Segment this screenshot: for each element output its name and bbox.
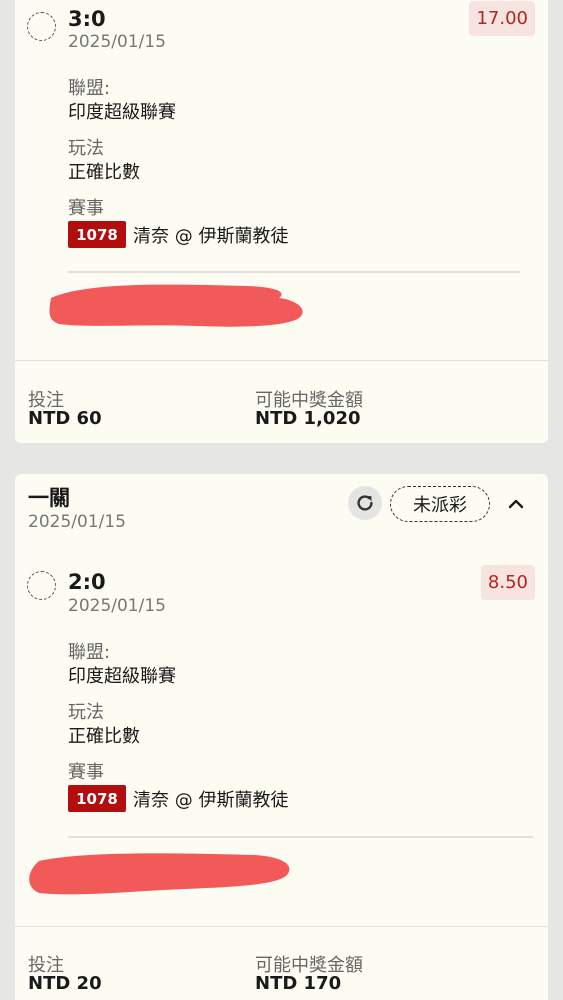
chevron-up-icon bbox=[508, 499, 524, 509]
stake-value: NTD 20 bbox=[28, 973, 102, 994]
stake-value: NTD 60 bbox=[28, 408, 102, 429]
payout-value: NTD 1,020 bbox=[255, 408, 361, 429]
divider bbox=[68, 836, 533, 838]
match-name: 清奈 @ 伊斯蘭教徒 bbox=[133, 225, 289, 247]
bet-ticket-card: 3:0 2025/01/15 17.00 聯盟: 印度超級聯賽 玩法 正確比數 … bbox=[15, 0, 548, 443]
bet-type-label: 玩法 bbox=[68, 702, 104, 723]
selection-score: 3:0 bbox=[68, 7, 106, 31]
match-name: 清奈 @ 伊斯蘭教徒 bbox=[133, 789, 289, 811]
redaction-mark bbox=[29, 853, 290, 895]
footer-divider bbox=[15, 926, 548, 927]
bet-type-value: 正確比數 bbox=[68, 726, 140, 747]
selection-radio[interactable] bbox=[27, 571, 56, 600]
league-value: 印度超級聯賽 bbox=[68, 102, 176, 123]
match-row: 1078 清奈 @ 伊斯蘭教徒 bbox=[68, 221, 288, 248]
match-code-badge: 1078 bbox=[68, 785, 126, 812]
match-code-badge: 1078 bbox=[68, 221, 126, 248]
refresh-icon bbox=[357, 495, 373, 511]
payout-value: NTD 170 bbox=[255, 973, 342, 994]
league-value: 印度超級聯賽 bbox=[68, 666, 176, 687]
redaction-mark bbox=[49, 284, 303, 327]
footer-divider bbox=[15, 360, 548, 361]
ticket-header: 一關 2025/01/15 bbox=[28, 486, 126, 532]
bet-type-label: 玩法 bbox=[68, 138, 104, 159]
odds-badge: 17.00 bbox=[469, 1, 535, 36]
bet-type-value: 正確比數 bbox=[68, 162, 140, 183]
selection-score: 2:0 bbox=[68, 570, 106, 594]
refresh-button[interactable] bbox=[348, 486, 382, 520]
odds-badge: 8.50 bbox=[480, 565, 535, 600]
divider bbox=[68, 271, 520, 273]
match-label: 賽事 bbox=[68, 762, 104, 783]
selection-date: 2025/01/15 bbox=[68, 596, 166, 616]
match-label: 賽事 bbox=[68, 198, 104, 219]
status-badge: 未派彩 bbox=[390, 486, 490, 522]
ticket-date: 2025/01/15 bbox=[28, 512, 126, 532]
league-label: 聯盟: bbox=[68, 78, 111, 99]
collapse-button[interactable] bbox=[506, 494, 526, 514]
selection-date: 2025/01/15 bbox=[68, 32, 166, 52]
selection-radio[interactable] bbox=[27, 12, 56, 41]
ticket-title: 一關 bbox=[28, 486, 70, 510]
league-label: 聯盟: bbox=[68, 642, 111, 663]
match-row: 1078 清奈 @ 伊斯蘭教徒 bbox=[68, 785, 288, 812]
bet-ticket-card: 一關 2025/01/15 未派彩 2:0 2025/01/15 8.50 聯盟… bbox=[15, 474, 548, 1000]
